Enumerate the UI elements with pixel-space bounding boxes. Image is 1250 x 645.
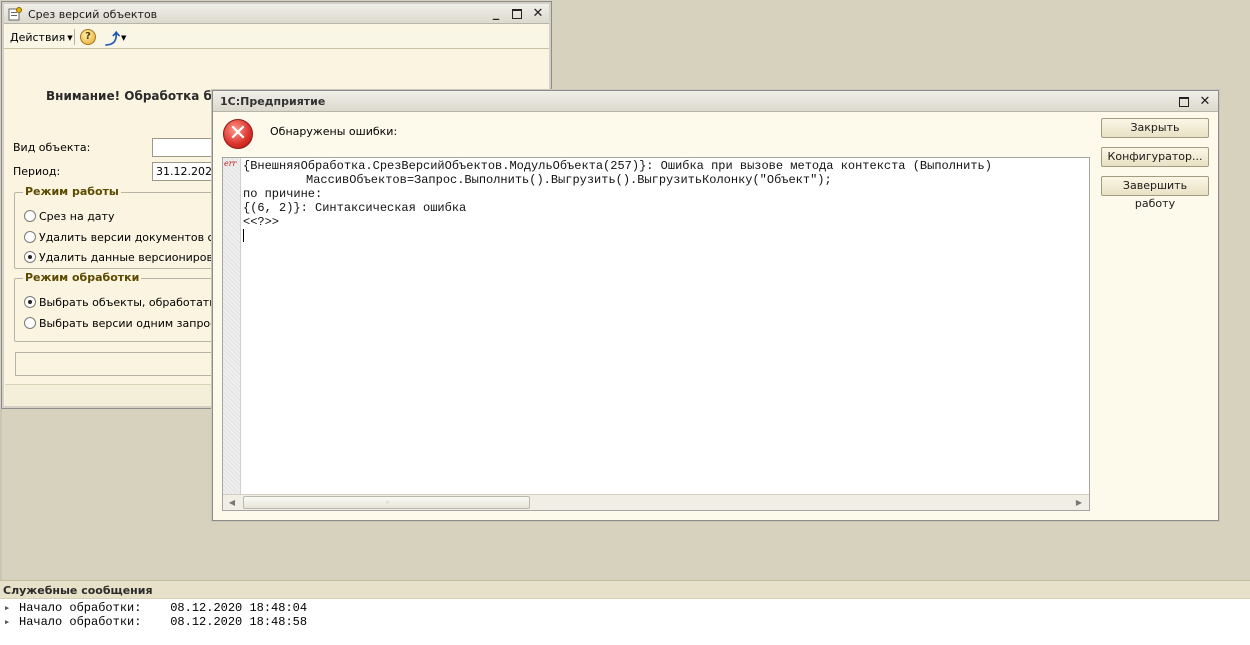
messages-header: Служебные сообщения (0, 580, 1250, 599)
message-item[interactable]: ▶ Начало обработки: 08.12.2020 18:48:58 (5, 615, 307, 629)
error-text-editor[interactable]: err {ВнешняяОбработка.СрезВерсийОбъектов… (222, 157, 1090, 511)
actions-menu-label: Действия (10, 31, 66, 44)
radio-icon (24, 317, 36, 329)
scroll-left-icon[interactable]: ◀ (225, 497, 239, 509)
radio-label: Удалить данные версионирования (39, 251, 241, 264)
text-cursor (243, 229, 244, 242)
grip-icon: ◦ (385, 498, 390, 507)
radio-slice-on-date[interactable]: Срез на дату (24, 210, 114, 223)
chevron-down-icon[interactable]: ▼ (121, 34, 126, 42)
close-button[interactable]: Закрыть (1101, 118, 1209, 138)
radio-label: Выбрать объекты, обработать вер (39, 296, 240, 309)
radio-delete-versioning-data[interactable]: Удалить данные версионирования (24, 251, 241, 264)
errors-heading: Обнаружены ошибки: (270, 125, 398, 138)
maximize-icon[interactable] (1177, 94, 1191, 109)
messages-title: Служебные сообщения (3, 584, 153, 597)
actions-menu-button[interactable]: Действия ▼ (10, 31, 73, 44)
radio-label: Срез на дату (39, 210, 115, 223)
processing-mode-title: Режим обработки (23, 271, 142, 284)
window-toolbar: Действия ▼ ? ⤴ ▼ (4, 25, 549, 49)
radio-select-versions-query[interactable]: Выбрать версии одним запросом, (24, 317, 235, 330)
window-title: Срез версий объектов (28, 8, 158, 21)
code-line: по причине: (243, 187, 323, 201)
radio-label: Удалить версии документов с дат (39, 231, 238, 244)
radio-selected-icon (24, 296, 36, 308)
error-marker-icon: err (224, 159, 237, 168)
error-dialog: 1С:Предприятие ✕ ✕ Обнаружены ошибки: За… (212, 90, 1219, 521)
scroll-right-icon[interactable]: ▶ (1072, 497, 1086, 509)
minimize-icon[interactable]: _ (489, 6, 503, 21)
dialog-titlebar[interactable]: 1С:Предприятие ✕ (213, 91, 1218, 112)
message-time: 08.12.2020 18:48:58 (170, 615, 308, 629)
radio-selected-icon (24, 251, 36, 263)
message-time: 08.12.2020 18:48:04 (170, 601, 308, 615)
chevron-down-icon: ▼ (67, 34, 73, 42)
exit-button[interactable]: Завершить работу (1101, 176, 1209, 210)
message-text: Начало обработки: (19, 601, 142, 615)
close-icon[interactable]: ✕ (1198, 94, 1212, 109)
code-line: {(6, 2)}: Синтаксическая ошибка (243, 201, 467, 215)
work-mode-group: Режим работы Срез на дату Удалить версии… (14, 185, 241, 269)
configurator-button[interactable]: Конфигуратор... (1101, 147, 1209, 167)
object-kind-label: Вид объекта: (13, 141, 91, 154)
editor-gutter: err (223, 158, 241, 494)
radio-icon (24, 231, 36, 243)
code-line: {ВнешняяОбработка.СрезВерсийОбъектов.Мод… (243, 159, 992, 173)
help-icon[interactable]: ? (80, 29, 96, 45)
service-messages-panel: Служебные сообщения ▶ Начало обработки: 0… (0, 580, 1250, 645)
radio-label: Выбрать версии одним запросом, (39, 317, 235, 330)
window-titlebar[interactable]: Срез версий объектов _ ✕ (4, 4, 549, 24)
message-text: Начало обработки: (19, 615, 142, 629)
code-line: <<?>> (243, 215, 280, 229)
message-item[interactable]: ▶ Начало обработки: 08.12.2020 18:48:04 (5, 601, 307, 615)
toolbar-divider (74, 29, 75, 45)
radio-select-objects[interactable]: Выбрать объекты, обработать вер (24, 296, 239, 309)
radio-icon (24, 210, 36, 222)
close-icon[interactable]: ✕ (531, 6, 545, 21)
expand-icon: ▶ (5, 619, 10, 627)
scrollbar-thumb[interactable]: ◦ (243, 496, 530, 509)
period-label: Период: (13, 165, 61, 178)
maximize-icon[interactable] (510, 6, 524, 21)
progress-bar (15, 352, 230, 376)
expand-icon: ▶ (5, 605, 10, 613)
dialog-title: 1С:Предприятие (220, 95, 326, 108)
go-up-icon[interactable]: ⤴ (105, 28, 120, 49)
radio-delete-doc-versions[interactable]: Удалить версии документов с дат (24, 231, 238, 244)
work-mode-title: Режим работы (23, 185, 121, 198)
code-line: МассивОбъектов=Запрос.Выполнить().Выгруз… (306, 173, 832, 187)
desktop-edge (0, 409, 2, 580)
error-icon: ✕ (223, 119, 253, 149)
processing-icon (8, 7, 22, 21)
horizontal-scrollbar[interactable]: ◀ ◦ ▶ (223, 494, 1089, 510)
processing-mode-group: Режим обработки Выбрать объекты, обработ… (14, 271, 239, 342)
warning-text: Внимание! Обработка без (46, 89, 227, 103)
